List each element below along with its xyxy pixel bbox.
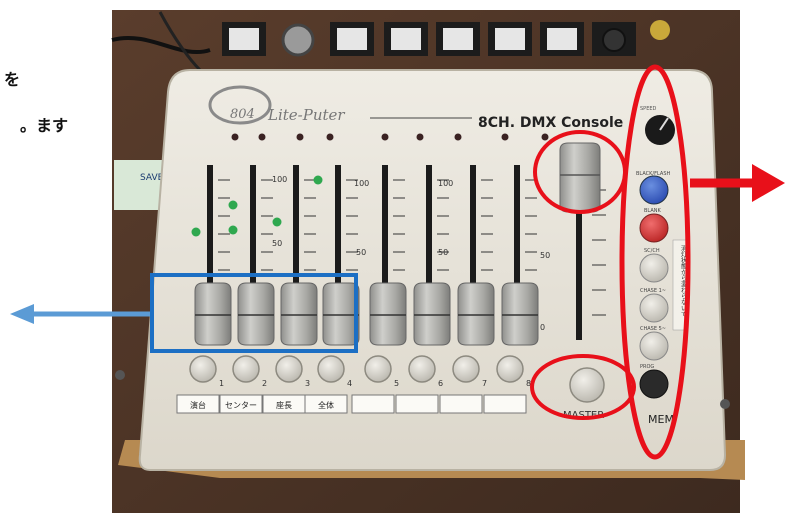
channel-button-4[interactable] bbox=[317, 355, 345, 383]
svg-text:50: 50 bbox=[356, 248, 366, 257]
channel-led bbox=[296, 133, 304, 141]
green-led bbox=[272, 217, 282, 227]
channel-label-4: 全体 bbox=[318, 400, 334, 410]
channel-led bbox=[381, 133, 389, 141]
channel-led bbox=[501, 133, 509, 141]
wall-sticker-text: SAVE bbox=[140, 173, 164, 183]
svg-text:0: 0 bbox=[540, 323, 545, 332]
caption-line-1: を bbox=[3, 70, 20, 89]
channel-button-3[interactable] bbox=[275, 355, 303, 383]
svg-text:Lite-Puter: Lite-Puter bbox=[267, 106, 345, 124]
channel-led bbox=[258, 133, 266, 141]
channel-number: 5 bbox=[394, 379, 399, 388]
console-title: 8CH. DMX Console bbox=[478, 115, 623, 131]
speed-label: SPEED bbox=[640, 106, 657, 112]
channel-led bbox=[416, 133, 424, 141]
svg-text:CHASE 5~: CHASE 5~ bbox=[640, 326, 666, 332]
svg-text:CHASE 1~: CHASE 1~ bbox=[640, 288, 666, 294]
channel-led bbox=[541, 133, 549, 141]
channel-label-cell bbox=[439, 394, 483, 414]
svg-text:804: 804 bbox=[230, 107, 255, 122]
screw bbox=[115, 370, 125, 380]
mem-label: MEM bbox=[648, 413, 674, 426]
channel-button-5[interactable] bbox=[364, 355, 392, 383]
svg-text:SC/CH: SC/CH bbox=[644, 248, 660, 254]
green-led bbox=[313, 175, 323, 185]
channel-number: 7 bbox=[482, 379, 487, 388]
svg-text:50: 50 bbox=[438, 248, 448, 257]
channel-button-1[interactable] bbox=[189, 355, 217, 383]
svg-text:50: 50 bbox=[540, 251, 550, 260]
screw bbox=[720, 399, 730, 409]
svg-text:100: 100 bbox=[354, 179, 369, 188]
svg-text:PROG: PROG bbox=[640, 364, 654, 370]
svg-text:BLANK: BLANK bbox=[644, 208, 661, 214]
channel-led bbox=[454, 133, 462, 141]
speed-knob[interactable] bbox=[645, 115, 675, 145]
channel-button-8[interactable] bbox=[496, 355, 524, 383]
svg-text:100: 100 bbox=[438, 179, 453, 188]
channel-button-2[interactable] bbox=[232, 355, 260, 383]
caption-line-2: ます。 bbox=[19, 116, 68, 135]
channel-label-cell bbox=[351, 394, 395, 414]
channel-label-cell bbox=[483, 394, 527, 414]
green-led bbox=[228, 225, 238, 235]
channel-number: 3 bbox=[305, 379, 310, 388]
master-button[interactable] bbox=[569, 367, 605, 403]
channel-led bbox=[231, 133, 239, 141]
channel-label-strip: 演台 センター 座長 全体 bbox=[176, 394, 527, 414]
channel-number: 2 bbox=[262, 379, 267, 388]
svg-text:50: 50 bbox=[272, 239, 282, 248]
channel-number: 4 bbox=[347, 379, 352, 388]
green-led bbox=[228, 200, 238, 210]
channel-number: 6 bbox=[438, 379, 443, 388]
channel-label-3: 座長 bbox=[276, 400, 292, 410]
svg-text:BLACK/FLASH: BLACK/FLASH bbox=[636, 171, 670, 177]
channel-number: 1 bbox=[219, 379, 224, 388]
svg-text:100: 100 bbox=[272, 175, 287, 184]
channel-led bbox=[326, 133, 334, 141]
channel-label-1: 演台 bbox=[190, 400, 206, 410]
green-led bbox=[191, 227, 201, 237]
photo-scene: SAVE 804 Lite-Puter 8CH. DMX Console SPE… bbox=[0, 0, 785, 513]
channel-label-cell bbox=[395, 394, 439, 414]
channel-button-7[interactable] bbox=[452, 355, 480, 383]
channel-label-2: センター bbox=[225, 401, 257, 410]
channel-button-6[interactable] bbox=[408, 355, 436, 383]
